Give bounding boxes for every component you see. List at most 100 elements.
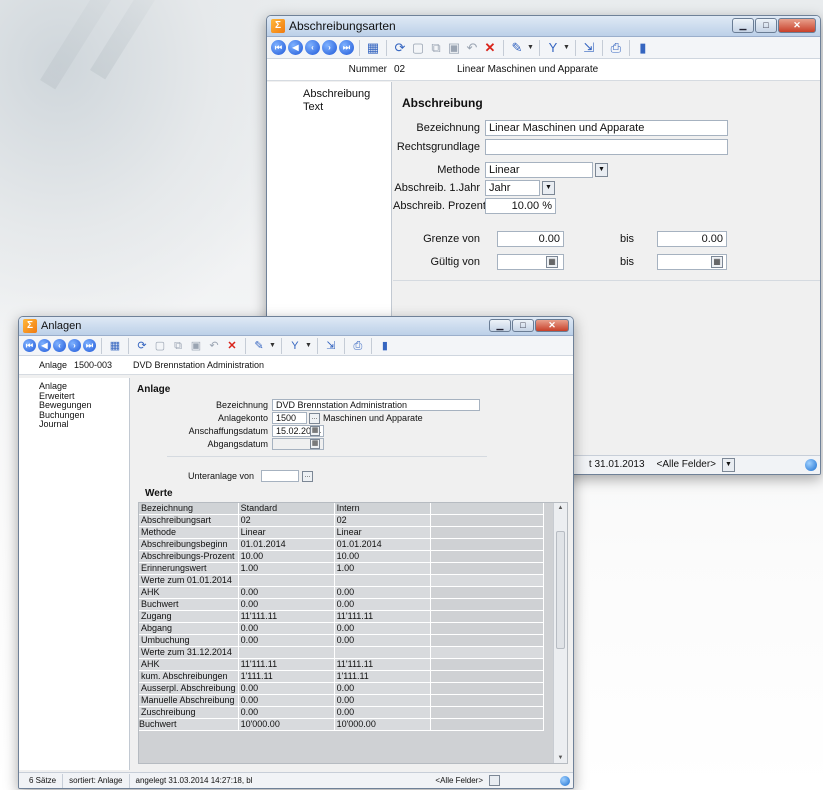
unteranlage-lookup-icon[interactable]: ...	[302, 471, 313, 482]
next-record-icon[interactable]: ›	[322, 40, 337, 55]
werte-row[interactable]: kum. Abschreibungen 1'111.11 1'111.11	[139, 670, 545, 684]
werte-row[interactable]: Methode Linear Linear	[139, 526, 545, 540]
prev-page-icon[interactable]: ◀	[288, 40, 303, 55]
globe-icon[interactable]	[805, 459, 817, 471]
bezeichnung-field[interactable]: DVD Brennstation Administration	[272, 399, 480, 411]
bezeichnung-field[interactable]: Linear Maschinen und Apparate	[485, 120, 728, 136]
prozent-field[interactable]: 10.00 %	[485, 198, 556, 214]
new-icon[interactable]: ▢	[410, 40, 426, 56]
delete-icon[interactable]: ✕	[482, 40, 498, 56]
table-view-icon[interactable]: ▦	[107, 338, 123, 354]
filter-dropdown-icon[interactable]	[489, 775, 500, 786]
export-icon[interactable]: ⇲	[323, 338, 339, 354]
minimize-button[interactable]: ▁	[489, 319, 511, 332]
werte-row[interactable]: Abgang 0.00 0.00	[139, 622, 545, 636]
exit-icon[interactable]: ▮	[635, 40, 651, 56]
status-filter[interactable]: <Alle Felder>	[651, 457, 722, 473]
werte-row[interactable]: Zuschreibung 0.00 0.00	[139, 706, 545, 720]
undo-icon[interactable]: ↶	[206, 338, 222, 354]
werte-header-row[interactable]: Bezeichnung Standard Intern	[139, 503, 545, 516]
filter-icon[interactable]: Y	[545, 40, 561, 56]
anlagekonto-field[interactable]: 1500	[272, 412, 307, 424]
title-bar[interactable]: Σ Anlagen ▁ □ ✕	[19, 317, 573, 336]
gueltig-von-calendar-icon[interactable]: ▦	[546, 256, 558, 268]
refresh-icon[interactable]: ⟳	[392, 40, 408, 56]
tools-icon[interactable]: ✎	[251, 338, 267, 354]
status-filter[interactable]: <Alle Felder>	[429, 774, 489, 788]
werte-row[interactable]: Manuelle Abschreibung 0.00 0.00	[139, 694, 545, 708]
new-icon[interactable]: ▢	[152, 338, 168, 354]
minimize-button[interactable]: ▁	[732, 18, 754, 33]
prev-record-icon[interactable]: ‹	[53, 339, 66, 352]
exit-icon[interactable]: ▮	[377, 338, 393, 354]
undo-icon[interactable]: ↶	[464, 40, 480, 56]
scrollbar-thumb[interactable]	[556, 531, 565, 649]
werte-row[interactable]: Abschreibungsbeginn 01.01.2014 01.01.2014	[139, 538, 545, 552]
tools-icon[interactable]: ✎	[509, 40, 525, 56]
filter-icon[interactable]: Y	[287, 338, 303, 354]
werte-filler	[430, 718, 545, 732]
werte-row[interactable]: Buchwert 10'000.00 10'000.00	[139, 718, 545, 732]
werte-row[interactable]: Zugang 11'111.11 11'111.11	[139, 610, 545, 624]
prev-page-icon[interactable]: ◀	[38, 339, 51, 352]
print-icon[interactable]: ⎙	[608, 40, 624, 56]
prev-record-icon[interactable]: ‹	[305, 40, 320, 55]
save-icon[interactable]: ▣	[446, 40, 462, 56]
werte-row[interactable]: Abschreibungsart 02 02	[139, 514, 545, 528]
last-record-icon[interactable]: ⏭	[339, 40, 354, 55]
werte-row[interactable]: AHK 11'111.11 11'111.11	[139, 658, 545, 672]
next-record-icon[interactable]: ›	[68, 339, 81, 352]
first-record-icon[interactable]: ⏮	[271, 40, 286, 55]
last-record-icon[interactable]: ⏭	[83, 339, 96, 352]
methode-dropdown-icon[interactable]: ▼	[595, 163, 608, 177]
filter-dropdown-icon[interactable]: ▼	[722, 458, 735, 472]
werte-scrollbar[interactable]: ▲ ▼	[553, 503, 567, 763]
maximize-button[interactable]: □	[512, 319, 534, 332]
grenze-von-label: Grenze von	[423, 233, 480, 245]
export-icon[interactable]: ⇲	[581, 40, 597, 56]
abgang-calendar-icon[interactable]: ▦	[310, 439, 320, 449]
jahr1-dropdown-icon[interactable]: ▼	[542, 181, 555, 195]
methode-select[interactable]: Linear	[485, 162, 593, 178]
werte-row[interactable]: Werte zum 31.12.2014	[139, 646, 545, 660]
close-button[interactable]: ✕	[778, 18, 816, 33]
toolbar: ⏮ ◀ ‹ › ⏭ ▦ ⟳ ▢ ⧉ ▣ ↶ ✕ ✎ ▼ Y ▼ ⇲ ⎙ ▮	[19, 336, 573, 356]
werte-row[interactable]: Erinnerungswert 1.00 1.00	[139, 562, 545, 576]
close-button[interactable]: ✕	[535, 319, 569, 332]
first-record-icon[interactable]: ⏮	[23, 339, 36, 352]
unteranlage-field[interactable]	[261, 470, 299, 482]
werte-row[interactable]: Umbuchung 0.00 0.00	[139, 634, 545, 648]
werte-cell: Standard	[238, 503, 335, 516]
werte-cell: Werte zum 31.12.2014	[139, 646, 239, 660]
grenze-bis-field[interactable]: 0.00	[657, 231, 727, 247]
copy-icon[interactable]: ⧉	[170, 338, 186, 354]
grenze-von-field[interactable]: 0.00	[497, 231, 564, 247]
delete-icon[interactable]: ✕	[224, 338, 240, 354]
werte-cell: 0.00	[334, 682, 431, 696]
copy-icon[interactable]: ⧉	[428, 40, 444, 56]
anlage-value[interactable]: 1500-003	[74, 360, 112, 370]
nummer-value[interactable]: 02	[394, 64, 405, 75]
jahr1-select[interactable]: Jahr	[485, 180, 540, 196]
refresh-icon[interactable]: ⟳	[134, 338, 150, 354]
anschaffung-calendar-icon[interactable]: ▦	[310, 426, 320, 436]
print-icon[interactable]: ⎙	[350, 338, 366, 354]
werte-row[interactable]: AHK 0.00 0.00	[139, 586, 545, 600]
werte-row[interactable]: Werte zum 01.01.2014	[139, 574, 545, 588]
title-bar[interactable]: Σ Abschreibungsarten ▁ □ ✕	[267, 16, 820, 37]
table-view-icon[interactable]: ▦	[365, 40, 381, 56]
globe-icon[interactable]	[560, 775, 570, 786]
werte-row[interactable]: Buchwert 0.00 0.00	[139, 598, 545, 612]
maximize-button[interactable]: □	[755, 18, 777, 33]
nav-item-abschreibung[interactable]: Abschreibung	[303, 88, 391, 101]
werte-row[interactable]: Ausserpl. Abschreibung 0.00 0.00	[139, 682, 545, 696]
save-icon[interactable]: ▣	[188, 338, 204, 354]
rechtsgrundlage-field[interactable]	[485, 139, 728, 155]
nav-item-text[interactable]: Text	[303, 101, 391, 114]
gueltig-bis-calendar-icon[interactable]: ▦	[711, 256, 723, 268]
anlagekonto-lookup-icon[interactable]: ...	[309, 413, 320, 424]
werte-cell: 0.00	[238, 682, 335, 696]
nav-item-journal[interactable]: Journal	[39, 419, 129, 430]
status-sortiert[interactable]: sortiert: Anlage	[63, 773, 130, 788]
werte-row[interactable]: Abschreibungs-Prozent 10.00 10.00	[139, 550, 545, 564]
